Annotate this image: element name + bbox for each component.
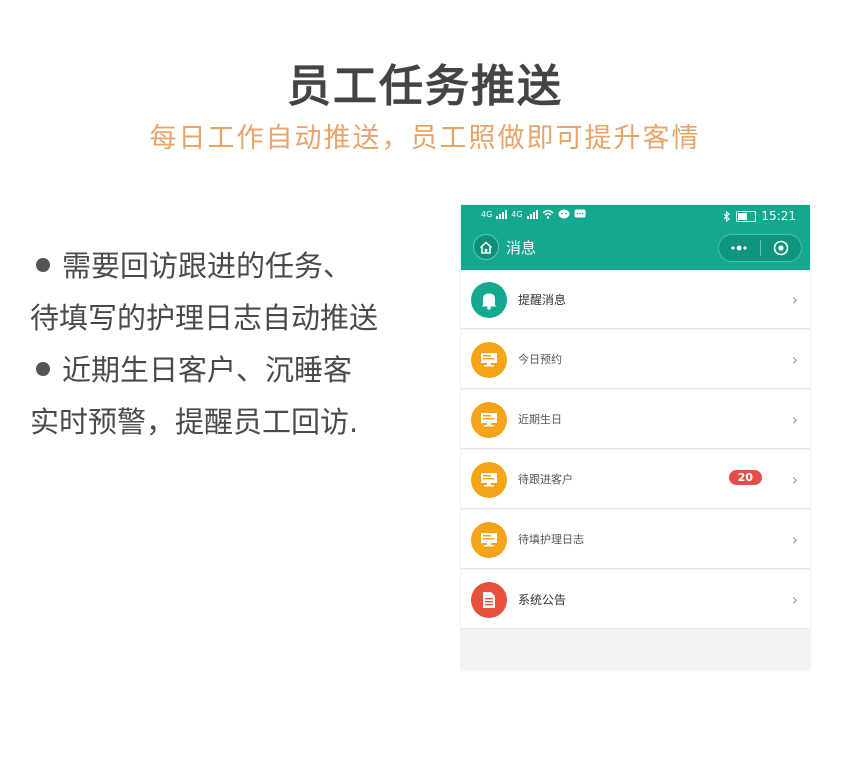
wechat-icon — [558, 209, 570, 219]
target-circle-icon — [773, 240, 789, 256]
message-icon — [574, 209, 586, 218]
list-item-label: 待填护理日志 — [518, 533, 584, 546]
feature-description: 需要回访跟进的任务、 待填写的护理日志自动推送 近期生日客户、沉睡客 实时预警，… — [30, 240, 430, 448]
chevron-right-icon: › — [791, 290, 798, 309]
wifi-icon — [542, 209, 554, 219]
count-badge: 20 — [728, 470, 762, 485]
chevron-right-icon: › — [791, 470, 798, 489]
list-item-label: 提醒消息 — [518, 293, 567, 307]
home-icon — [479, 240, 493, 254]
list-item-system-notice[interactable]: 系统公告 › — [461, 570, 810, 629]
signal-icon — [496, 209, 508, 219]
bullet-icon — [36, 362, 50, 376]
nav-title: 消息 — [506, 239, 537, 257]
document-icon — [471, 582, 507, 618]
bell-icon — [471, 282, 507, 318]
more-button[interactable] — [719, 235, 760, 261]
monitor-icon — [471, 402, 507, 438]
list-item-today-appointment[interactable]: 今日预约 › — [461, 330, 810, 389]
monitor-icon — [471, 462, 507, 498]
list-item-birthday[interactable]: 近期生日 › — [461, 390, 810, 449]
phone-screenshot: 4G 4G 15:21 消息 提醒消息 › 今日预约 › 近期生日 › 待跟进客… — [461, 205, 810, 670]
list-item-label: 系统公告 — [518, 593, 567, 607]
description-line-4: 实时预警，提醒员工回访. — [30, 405, 359, 439]
network-label-1: 4G — [481, 209, 493, 219]
bullet-icon — [36, 258, 50, 272]
list-item-label: 待跟进客户 — [518, 473, 573, 486]
page-subtitle: 每日工作自动推送，员工照做即可提升客情 — [149, 123, 701, 154]
list-item-label: 今日预约 — [518, 353, 562, 366]
bluetooth-icon — [724, 210, 731, 222]
chevron-right-icon: › — [791, 530, 798, 549]
battery-icon — [736, 210, 757, 222]
signal-icon — [526, 209, 538, 219]
description-line-1: 需要回访跟进的任务、 — [30, 240, 430, 292]
chevron-right-icon: › — [791, 350, 798, 369]
home-button[interactable] — [473, 234, 499, 260]
message-list: 提醒消息 › 今日预约 › 近期生日 › 待跟进客户 20 › 待填护理日志 ›… — [461, 270, 810, 630]
close-miniprogram-button[interactable] — [761, 235, 802, 261]
monitor-icon — [471, 342, 507, 378]
list-item-label: 近期生日 — [518, 413, 562, 426]
list-item-reminder[interactable]: 提醒消息 › — [461, 270, 810, 329]
chevron-right-icon: › — [791, 590, 798, 609]
status-time: 15:21 — [761, 209, 796, 223]
monitor-icon — [471, 522, 507, 558]
network-label-2: 4G — [511, 209, 523, 219]
app-bar: 4G 4G 15:21 消息 — [461, 205, 810, 270]
description-line-3: 近期生日客户、沉睡客 — [30, 344, 430, 396]
miniprogram-capsule — [718, 234, 802, 262]
status-bar: 4G 4G 15:21 — [461, 205, 810, 227]
description-line-2: 待填写的护理日志自动推送 — [30, 301, 379, 335]
list-item-care-log[interactable]: 待填护理日志 › — [461, 510, 810, 569]
list-item-followup-customers[interactable]: 待跟进客户 20 › — [461, 450, 810, 509]
more-dots-icon — [731, 245, 747, 251]
chevron-right-icon: › — [791, 410, 798, 429]
page-title: 员工任务推送 — [287, 61, 563, 112]
